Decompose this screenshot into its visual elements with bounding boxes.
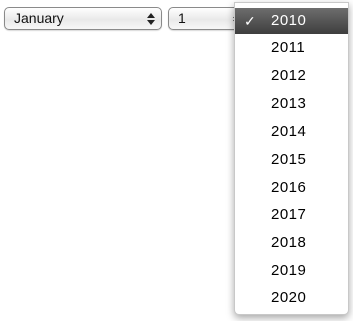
date-picker: January 1 ✓ 2010 2011 2012 2013 2014 201… (0, 0, 353, 321)
year-option-label: 2014 (271, 123, 307, 140)
year-option-label: 2011 (271, 39, 306, 56)
year-option-2012[interactable]: 2012 (235, 63, 348, 89)
year-option-label: 2015 (271, 151, 307, 168)
year-option-label: 2013 (271, 95, 307, 112)
year-dropdown-menu: ✓ 2010 2011 2012 2013 2014 2015 2016 201… (234, 2, 349, 315)
year-option-2016[interactable]: 2016 (235, 175, 348, 201)
year-option-2014[interactable]: 2014 (235, 119, 348, 145)
year-option-label: 2020 (271, 289, 307, 306)
year-option-2017[interactable]: 2017 (235, 202, 348, 228)
year-option-label: 2010 (271, 12, 307, 29)
updown-arrows-icon (147, 13, 155, 25)
day-select-value: 1 (178, 10, 186, 26)
year-option-label: 2019 (271, 262, 307, 279)
year-option-2018[interactable]: 2018 (235, 230, 348, 256)
year-option-2019[interactable]: 2019 (235, 258, 348, 284)
month-select-value: January (14, 10, 64, 26)
year-option-label: 2012 (271, 67, 307, 84)
year-option-2013[interactable]: 2013 (235, 91, 348, 117)
month-select[interactable]: January (4, 7, 162, 30)
year-option-label: 2017 (271, 206, 307, 223)
year-option-label: 2016 (271, 179, 307, 196)
year-option-label: 2018 (271, 234, 307, 251)
year-option-2011[interactable]: 2011 (235, 35, 348, 61)
checkmark-icon: ✓ (244, 13, 257, 29)
year-option-2020[interactable]: 2020 (235, 285, 348, 311)
year-option-2010[interactable]: ✓ 2010 (235, 8, 348, 34)
year-option-2015[interactable]: 2015 (235, 147, 348, 173)
